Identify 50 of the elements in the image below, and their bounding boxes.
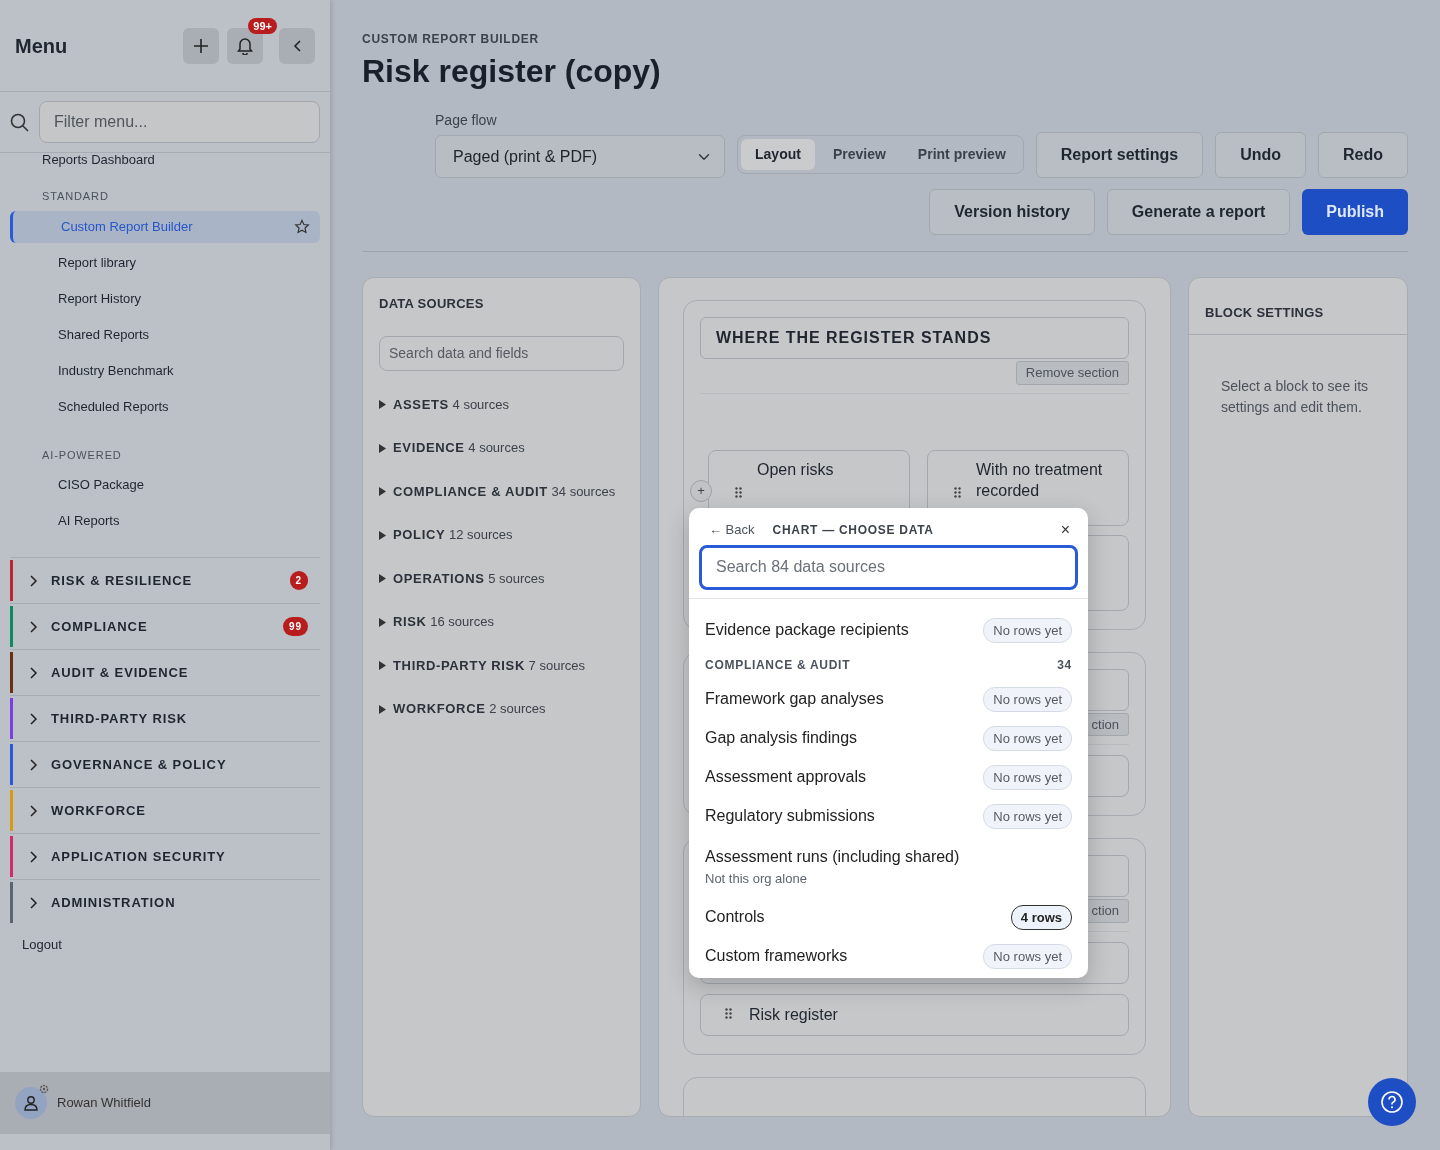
group-heading: COMPLIANCE & AUDIT — [705, 656, 851, 674]
block-label: Open risks — [757, 459, 835, 480]
group-label: RISK 16 sources — [393, 613, 494, 632]
group-label: WORKFORCE — [51, 801, 146, 820]
source-name: Custom frameworks — [705, 946, 848, 967]
source-name: Gap analysis findings — [705, 728, 858, 749]
group-label: GOVERNANCE & POLICY — [51, 755, 227, 774]
source-name: Assessment approvals — [705, 767, 866, 788]
field-label: Page flow — [435, 111, 498, 131]
group-label: COMPLIANCE — [51, 617, 148, 636]
source-name: Controls — [705, 907, 765, 928]
source-name: Assessment runs (including shared) — [705, 847, 960, 868]
panel-title: BLOCK SETTINGS — [1189, 278, 1407, 335]
count-badge: 2 — [289, 571, 308, 590]
row-count-badge: No rows yet — [983, 764, 1072, 791]
row-count-badge: 4 rows — [1010, 904, 1072, 931]
page-eyebrow: CUSTOM REPORT BUILDER — [362, 31, 540, 48]
group-count: 34 — [1057, 656, 1072, 674]
group-label: AUDIT & EVIDENCE — [51, 663, 189, 682]
section-heading: STANDARD — [41, 189, 110, 204]
block-label: With no treatment recorded — [976, 459, 1104, 501]
group-label: APPLICATION SECURITY — [51, 847, 226, 866]
group-label: COMPLIANCE & AUDIT 34 sources — [393, 482, 616, 501]
group-label: THIRD-PARTY RISK — [51, 709, 188, 728]
notification-count: 99+ — [248, 17, 277, 34]
group-label: OPERATIONS 5 sources — [393, 569, 545, 588]
row-count-badge: No rows yet — [983, 725, 1072, 752]
group-label: ADMINISTRATION — [51, 893, 176, 912]
panel-title: DATA SOURCES — [379, 295, 485, 314]
section-heading: AI-POWERED — [41, 447, 123, 463]
user-name: Rowan Whitfield — [57, 1094, 151, 1113]
row-count-badge: No rows yet — [983, 686, 1072, 713]
page-title: Risk register (copy) — [362, 52, 662, 91]
row-count-badge: No rows yet — [983, 943, 1072, 970]
source-name: Evidence package recipients — [705, 620, 909, 641]
row-count-badge: No rows yet — [983, 803, 1072, 830]
group-label: EVIDENCE 4 sources — [393, 439, 525, 458]
source-note: Not this org alone — [705, 870, 807, 889]
group-label: RISK & RESILIENCE — [51, 571, 193, 590]
menu-title: Menu — [15, 33, 68, 59]
group-label: THIRD-PARTY RISK 7 sources — [393, 656, 585, 675]
block-label: Risk register — [749, 1004, 838, 1025]
group-label: POLICY 12 sources — [393, 526, 513, 545]
count-badge: 99 — [283, 617, 308, 636]
row-count-badge: No rows yet — [983, 617, 1072, 644]
source-name: Framework gap analyses — [705, 689, 884, 710]
hint-text: Select a block to see its settings and edit them. — [1220, 376, 1370, 417]
group-label: ASSETS 4 sources — [393, 395, 509, 414]
group-label: WORKFORCE 2 sources — [393, 700, 546, 719]
source-name: Regulatory submissions — [705, 806, 875, 827]
